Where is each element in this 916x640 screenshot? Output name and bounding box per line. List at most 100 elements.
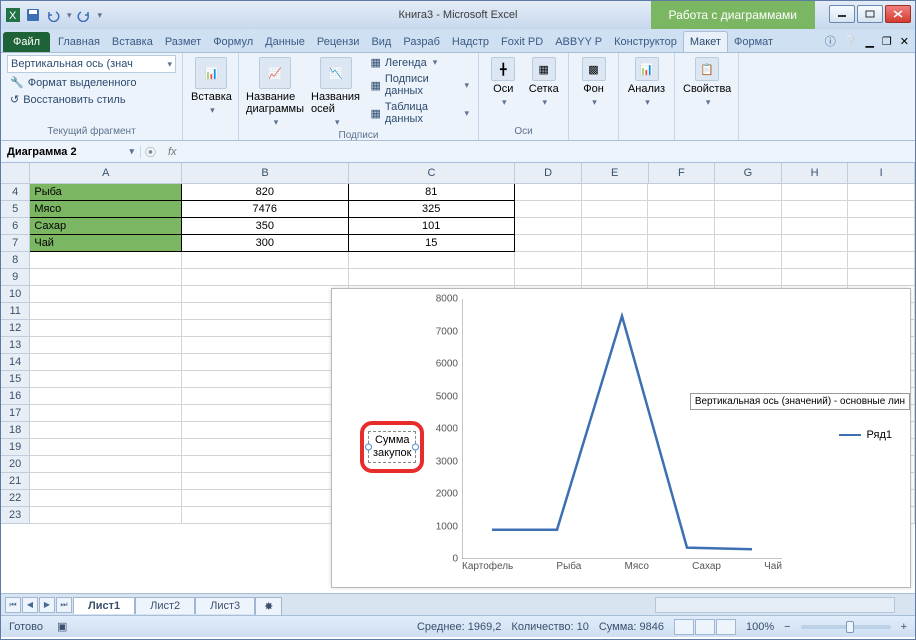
minimize-ribbon-icon[interactable]: ⓘ: [825, 33, 836, 49]
minimize-button[interactable]: [829, 5, 855, 23]
y-axis[interactable]: 010002000300040005000600070008000: [432, 299, 460, 559]
worksheet-grid[interactable]: A B C D E F G H I 4Рыба820815Мясо7476325…: [1, 163, 915, 593]
col-header[interactable]: G: [715, 163, 782, 183]
view-page-break-button[interactable]: [716, 619, 736, 635]
legend-button[interactable]: ▦Легенда▾: [367, 55, 472, 70]
tab-view[interactable]: Вид: [365, 32, 397, 52]
insert-button[interactable]: 📊Вставка▾: [189, 55, 234, 118]
tab-addins[interactable]: Надстр: [446, 32, 495, 52]
cell[interactable]: 325: [349, 201, 515, 218]
tab-home[interactable]: Главная: [52, 32, 106, 52]
tab-file[interactable]: Файл: [3, 32, 50, 52]
sheet-tab-2[interactable]: Лист2: [135, 597, 195, 614]
doc-minimize[interactable]: ▁: [865, 35, 873, 48]
tab-data[interactable]: Данные: [259, 32, 311, 52]
row-header[interactable]: 15: [1, 371, 30, 388]
macro-record-icon[interactable]: ▣: [57, 620, 67, 633]
zoom-out-button[interactable]: −: [784, 621, 790, 633]
close-button[interactable]: [885, 5, 911, 23]
zoom-in-button[interactable]: +: [901, 621, 907, 633]
axis-title-editbox[interactable]: Суммазакупок: [368, 431, 416, 463]
tab-developer[interactable]: Разраб: [397, 32, 446, 52]
zoom-level[interactable]: 100%: [746, 621, 774, 633]
row-header[interactable]: 8: [1, 252, 30, 269]
background-button[interactable]: ▩Фон▾: [575, 55, 612, 110]
name-box[interactable]: Диаграмма 2▾: [1, 146, 141, 158]
format-selection-button[interactable]: 🔧Формат выделенного: [7, 75, 176, 90]
col-header[interactable]: B: [182, 163, 349, 183]
cell[interactable]: 350: [182, 218, 348, 235]
save-icon[interactable]: [25, 7, 41, 23]
tab-page-layout[interactable]: Размет: [159, 32, 207, 52]
row-header[interactable]: 4: [1, 184, 30, 201]
cell[interactable]: Сахар: [30, 218, 182, 235]
cell[interactable]: 300: [182, 235, 348, 252]
col-header[interactable]: F: [649, 163, 716, 183]
cell[interactable]: 820: [182, 184, 348, 201]
plot-area[interactable]: [462, 299, 782, 559]
row-header[interactable]: 7: [1, 235, 30, 252]
x-axis[interactable]: КартофельРыбаМясоСахарЧай: [462, 561, 782, 572]
row-header[interactable]: 6: [1, 218, 30, 235]
col-header[interactable]: A: [30, 163, 182, 183]
tab-abbyy[interactable]: ABBYY P: [549, 32, 608, 52]
row-header[interactable]: 17: [1, 405, 30, 422]
axis-titles-button[interactable]: 📉Названия осей▾: [309, 55, 363, 130]
data-labels-button[interactable]: ▦Подписи данных▾: [367, 72, 472, 98]
doc-close[interactable]: ✕: [900, 35, 909, 48]
tab-chart-design[interactable]: Конструктор: [608, 32, 683, 52]
view-page-layout-button[interactable]: [695, 619, 715, 635]
horizontal-scrollbar[interactable]: [655, 597, 895, 613]
select-all-corner[interactable]: [1, 163, 30, 183]
axes-button[interactable]: ╋Оси▾: [485, 55, 522, 110]
gridlines-button[interactable]: ▦Сетка▾: [526, 55, 563, 110]
undo-icon[interactable]: [45, 7, 61, 23]
tab-foxit[interactable]: Foxit PD: [495, 32, 549, 52]
namebox-expand-icon[interactable]: ⦿: [141, 144, 160, 160]
row-header[interactable]: 13: [1, 337, 30, 354]
row-header[interactable]: 12: [1, 320, 30, 337]
redo-icon[interactable]: [76, 7, 92, 23]
chart-element-selector[interactable]: Вертикальная ось (знач▾: [7, 55, 176, 73]
col-header[interactable]: D: [515, 163, 582, 183]
row-header[interactable]: 20: [1, 456, 30, 473]
view-normal-button[interactable]: [674, 619, 694, 635]
row-header[interactable]: 10: [1, 286, 30, 303]
sheet-tab-1[interactable]: Лист1: [73, 597, 135, 614]
row-header[interactable]: 19: [1, 439, 30, 456]
properties-button[interactable]: 📋Свойства▾: [681, 55, 733, 110]
sheet-nav-prev[interactable]: ◀: [22, 597, 38, 613]
cell[interactable]: 81: [349, 184, 515, 201]
cell[interactable]: 15: [349, 235, 515, 252]
row-header[interactable]: 14: [1, 354, 30, 371]
analysis-button[interactable]: 📊Анализ▾: [625, 55, 668, 110]
qat-customize[interactable]: ▾: [98, 10, 103, 21]
tab-insert[interactable]: Вставка: [106, 32, 159, 52]
col-header[interactable]: I: [848, 163, 915, 183]
sheet-nav-last[interactable]: ⏭: [56, 597, 72, 613]
row-header[interactable]: 18: [1, 422, 30, 439]
doc-restore[interactable]: ❐: [882, 35, 892, 48]
reset-style-button[interactable]: ↺Восстановить стиль: [7, 92, 176, 107]
sheet-nav-first[interactable]: ⏮: [5, 597, 21, 613]
sheet-tab-3[interactable]: Лист3: [195, 597, 255, 614]
col-header[interactable]: C: [349, 163, 516, 183]
sheet-nav-next[interactable]: ▶: [39, 597, 55, 613]
cell[interactable]: Чай: [30, 235, 182, 252]
embedded-chart[interactable]: Суммазакупок 010002000300040005000600070…: [331, 288, 911, 588]
new-sheet-button[interactable]: ✸: [255, 597, 282, 615]
fx-icon[interactable]: fx: [160, 146, 185, 158]
maximize-button[interactable]: [857, 5, 883, 23]
undo-dropdown[interactable]: ▾: [67, 10, 72, 21]
tab-review[interactable]: Рецензи: [311, 32, 366, 52]
tab-formulas[interactable]: Формул: [207, 32, 259, 52]
col-header[interactable]: H: [782, 163, 849, 183]
cell[interactable]: 7476: [182, 201, 348, 218]
row-header[interactable]: 23: [1, 507, 30, 524]
help-icon[interactable]: ❔: [844, 35, 858, 48]
chart-title-button[interactable]: 📈Название диаграммы▾: [245, 55, 305, 130]
row-header[interactable]: 16: [1, 388, 30, 405]
cell[interactable]: 101: [349, 218, 515, 235]
data-table-button[interactable]: ▦Таблица данных▾: [367, 100, 472, 126]
row-header[interactable]: 9: [1, 269, 30, 286]
